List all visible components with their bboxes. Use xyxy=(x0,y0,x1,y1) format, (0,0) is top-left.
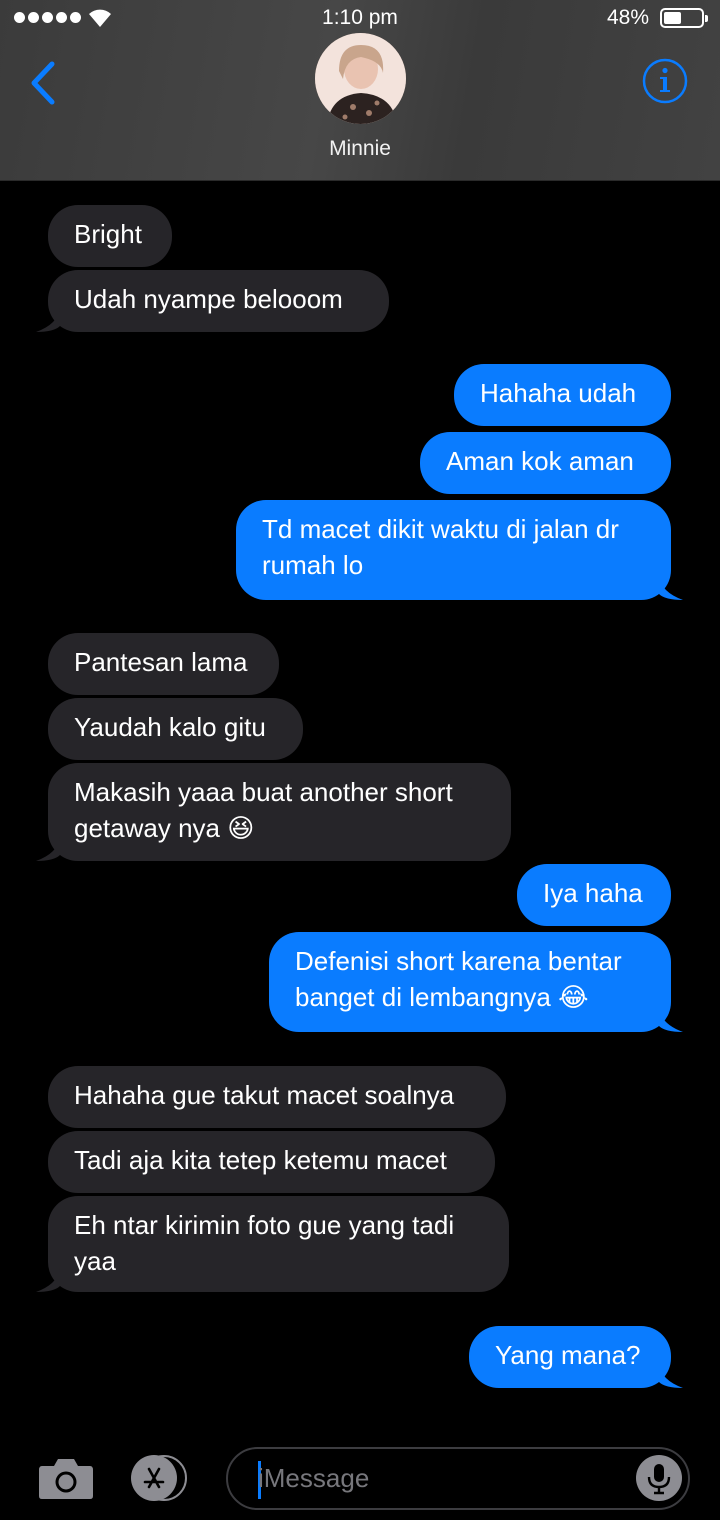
compose-bar xyxy=(0,1421,720,1520)
info-icon[interactable] xyxy=(641,57,689,105)
app-store-button[interactable] xyxy=(131,1455,197,1501)
app-store-icon xyxy=(143,1467,165,1489)
incoming-message-bubble[interactable]: Eh ntar kirimin foto gue yang tadi yaa xyxy=(48,1196,509,1292)
outgoing-message-bubble[interactable]: Iya haha xyxy=(517,864,671,926)
chevron-left-icon[interactable] xyxy=(26,58,62,108)
bubble-tail xyxy=(659,1364,683,1388)
incoming-message-bubble[interactable]: Makasih yaaa buat another short getaway … xyxy=(48,763,511,861)
outgoing-message-bubble[interactable]: Yang mana? xyxy=(469,1326,671,1388)
outgoing-message-bubble[interactable]: Td macet dikit waktu di jalan dr rumah l… xyxy=(236,500,671,600)
imessage-input[interactable] xyxy=(258,1449,628,1508)
contact-avatar[interactable] xyxy=(315,33,406,124)
incoming-message-bubble[interactable]: Hahaha gue takut macet soalnya xyxy=(48,1066,506,1128)
outgoing-message-bubble[interactable]: Hahaha udah xyxy=(454,364,671,426)
bubble-tail xyxy=(659,1008,683,1032)
incoming-message-bubble[interactable]: Yaudah kalo gitu xyxy=(48,698,303,760)
incoming-message-bubble[interactable]: Pantesan lama xyxy=(48,633,279,695)
microphone-icon xyxy=(647,1464,671,1495)
imessage-field[interactable] xyxy=(226,1447,690,1510)
bubble-tail xyxy=(36,308,60,332)
message-thread[interactable]: Bright Udah nyampe belooom Hahaha udah Aman… xyxy=(0,181,720,1421)
outgoing-message-bubble[interactable]: Defenisi short karena bentar banget di l… xyxy=(269,932,671,1032)
outgoing-message-bubble[interactable]: Aman kok aman xyxy=(420,432,671,494)
camera-icon[interactable] xyxy=(38,1456,94,1500)
battery-percentage: 48% xyxy=(606,6,649,29)
conversation-header: 1:10 pm 48% Minnie xyxy=(0,0,720,181)
bubble-tail xyxy=(36,837,60,861)
contact-name[interactable]: Minnie xyxy=(0,137,720,161)
bubble-tail xyxy=(36,1268,60,1292)
incoming-message-bubble[interactable]: Udah nyampe belooom xyxy=(48,270,389,332)
battery-icon xyxy=(660,8,708,28)
incoming-message-bubble[interactable]: Tadi aja kita tetep ketemu macet xyxy=(48,1131,495,1193)
incoming-message-bubble[interactable]: Bright xyxy=(48,205,172,267)
microphone-button[interactable] xyxy=(636,1455,682,1501)
bubble-tail xyxy=(659,576,683,600)
